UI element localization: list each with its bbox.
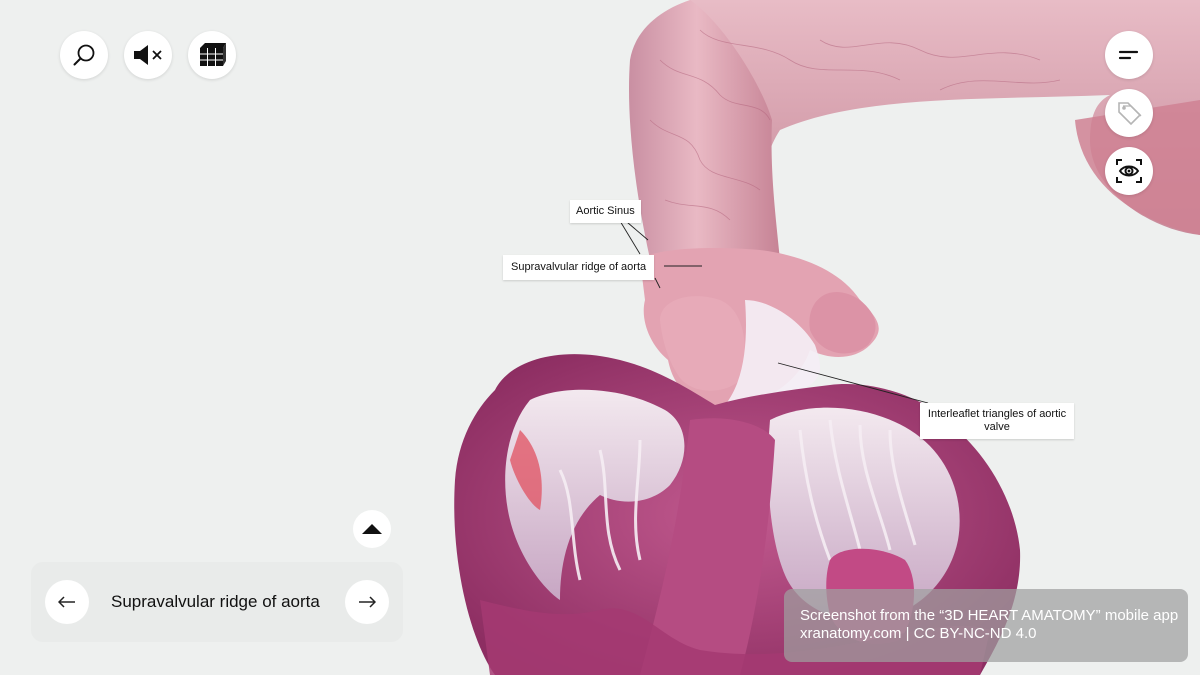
layers-button[interactable] bbox=[188, 31, 236, 79]
search-icon bbox=[73, 44, 95, 66]
credit-watermark: Screenshot from the “3D HEART AMATOMY” m… bbox=[784, 589, 1188, 662]
label-supravalvular-ridge[interactable]: Supravalvular ridge of aorta bbox=[503, 255, 655, 280]
view-button[interactable] bbox=[1105, 147, 1153, 195]
arrow-left-icon bbox=[58, 596, 75, 608]
structure-navigator: Supravalvular ridge of aorta bbox=[31, 562, 403, 642]
label-interleaflet-triangles[interactable]: Interleaflet triangles of aortic valve bbox=[920, 403, 1074, 439]
tag-icon bbox=[1118, 102, 1142, 126]
credit-line-1: Screenshot from the “3D HEART AMATOMY” m… bbox=[800, 607, 1179, 624]
chevron-up-icon bbox=[362, 524, 382, 534]
labels-button[interactable] bbox=[1105, 89, 1153, 137]
menu-button[interactable] bbox=[1105, 31, 1153, 79]
layers-icon bbox=[200, 43, 226, 66]
selected-structure-title: Supravalvular ridge of aorta bbox=[111, 592, 320, 611]
sound-muted-icon bbox=[134, 45, 162, 65]
search-button[interactable] bbox=[60, 31, 108, 79]
previous-button[interactable] bbox=[45, 580, 89, 624]
view-eye-icon bbox=[1116, 159, 1142, 183]
next-button[interactable] bbox=[345, 580, 389, 624]
menu-icon bbox=[1118, 50, 1139, 60]
anatomy-viewer[interactable]: Aortic Sinus Supravalvular ridge of aort… bbox=[0, 0, 1200, 675]
mute-button[interactable] bbox=[124, 31, 172, 79]
credit-line-2: xranatomy.com | CC BY-NC-ND 4.0 bbox=[800, 625, 1037, 642]
arrow-right-icon bbox=[359, 596, 376, 608]
label-aortic-sinus[interactable]: Aortic Sinus bbox=[570, 200, 641, 223]
expand-button[interactable] bbox=[353, 510, 391, 548]
